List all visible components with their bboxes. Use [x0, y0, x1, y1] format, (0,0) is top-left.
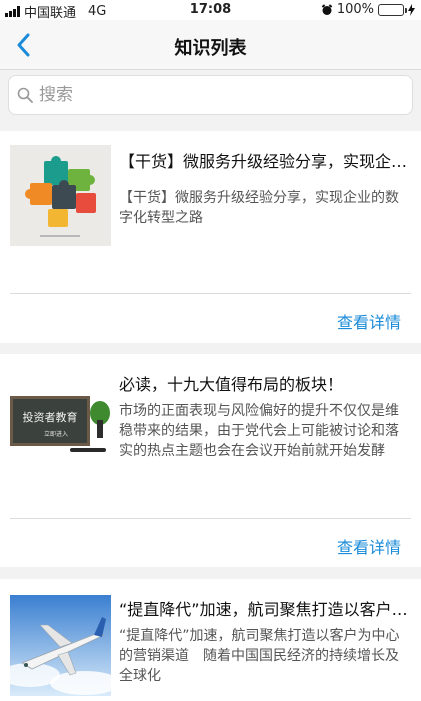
blackboard-image: 投资者教育 立即进入	[10, 378, 111, 464]
article-card[interactable]: 投资者教育 立即进入 必读，十九大值得布局的板块！ 市场的正面表现与风险偏好的提…	[0, 354, 421, 567]
search-area	[0, 70, 421, 120]
divider	[10, 518, 411, 519]
status-bar: 中国联通 4G 17:08 100%	[0, 0, 421, 21]
article-card[interactable]: “提直降代”加速，航司聚焦打造以客户为中心的营销渠道 “提直降代”加速，航司聚焦…	[0, 579, 421, 701]
battery-percent: 100%	[336, 2, 374, 17]
puzzle-image	[10, 145, 111, 246]
alarm-icon	[321, 3, 333, 15]
battery-icon	[378, 3, 407, 16]
search-box[interactable]	[8, 75, 413, 115]
article-summary: “提直降代”加速，航司聚焦打造以客户为中心的营销渠道 随着中国国民经济的持续增长…	[119, 628, 400, 684]
article-title[interactable]: 【干货】微服务升级经验分享，实现企业的数字化转型之路	[119, 148, 411, 172]
view-details-button[interactable]: 查看详情	[337, 534, 401, 558]
blackboard-text: 投资者教育	[23, 410, 78, 424]
blackboard-subtext: 立即进入	[44, 430, 68, 438]
article-card[interactable]: 【干货】微服务升级经验分享，实现企业的数字化转型之路 【干货】微服务升级经验分享…	[0, 131, 421, 343]
page-title: 知识列表	[174, 38, 247, 59]
article-title[interactable]: 必读，十九大值得布局的板块！	[119, 371, 411, 395]
search-input[interactable]	[39, 85, 399, 105]
article-summary: 市场的正面表现与风险偏好的提升不仅仅是维稳带来的结果，由于党代会上可能被讨论和落…	[119, 403, 399, 459]
screen: 中国联通 4G 17:08 100% 知识列表 搜索 【干货】微服务升级经验分享…	[0, 0, 421, 701]
article-summary: 【干货】微服务升级经验分享，实现企业的数字化转型之路	[119, 190, 399, 226]
view-details-button[interactable]: 查看详情	[337, 309, 401, 333]
article-title[interactable]: “提直降代”加速，航司聚焦打造以客户为中心的营销渠道	[119, 596, 411, 620]
charging-icon	[408, 3, 415, 16]
search-icon	[17, 87, 33, 103]
nav-bar: 知识列表	[0, 20, 421, 70]
divider	[10, 293, 411, 294]
airplane-image	[10, 595, 111, 696]
